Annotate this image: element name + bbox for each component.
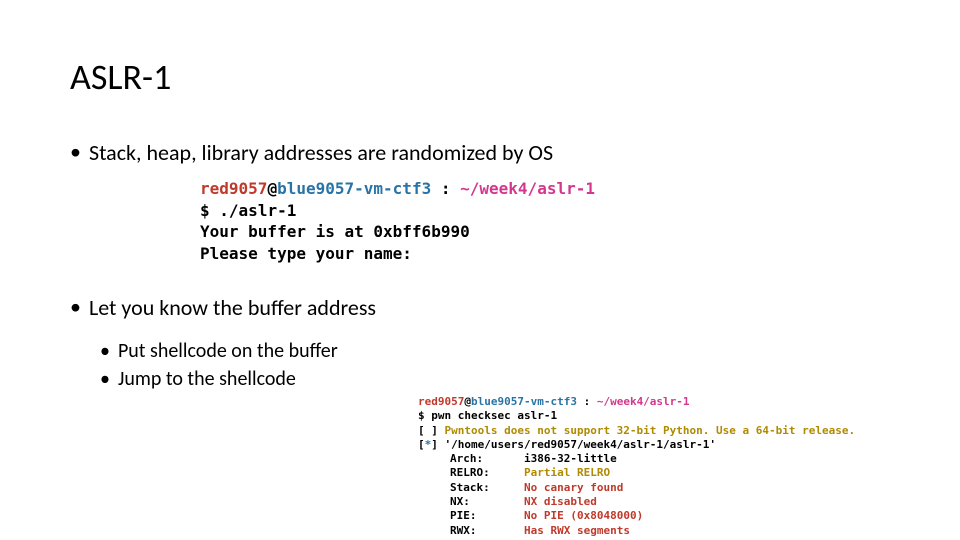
term1-colon: : (441, 179, 451, 198)
term2-relro-v: Partial RELRO (524, 466, 610, 480)
term2-arch-k: Arch: (450, 452, 524, 466)
bullet-2: • Let you know the buffer address (70, 294, 890, 321)
term1-at: @ (267, 179, 277, 198)
term2-star-close: ] (431, 438, 438, 451)
term2-host: blue9057-vm-ctf3 (471, 395, 577, 408)
term1-host: blue9057-vm-ctf3 (277, 179, 431, 198)
term1-prompt: $ (200, 201, 210, 220)
term2-warn: Pwntools does not support 32-bit Python.… (445, 424, 856, 437)
term1-out2: Please type your name: (200, 243, 890, 265)
sub-bullet-1: • Put shellcode on the buffer (100, 339, 338, 363)
term2-nx-k: NX: (450, 495, 524, 509)
term2-star-open: [ (418, 438, 425, 451)
bullet-1-text: Stack, heap, library addresses are rando… (89, 139, 553, 166)
sub-bullet-2-text: Jump to the shellcode (118, 367, 296, 391)
bullet-1: • Stack, heap, library addresses are ran… (70, 139, 890, 166)
term2-path: ~/week4/aslr-1 (597, 395, 690, 408)
term1-out1: Your buffer is at 0xbff6b990 (200, 221, 890, 243)
term2-pie-k: PIE: (450, 509, 524, 523)
term2-stack-v: No canary found (524, 481, 623, 495)
term1-path: ~/week4/aslr-1 (460, 179, 595, 198)
term2-rwx-v: Has RWX segments (524, 524, 630, 538)
sub-bullet-1-text: Put shellcode on the buffer (118, 339, 338, 363)
bullet-dot: • (100, 367, 110, 391)
term2-stack-k: Stack: (450, 481, 524, 495)
term2-file: '/home/users/red9057/week4/aslr-1/aslr-1… (445, 438, 717, 451)
term1-cmd: ./aslr-1 (219, 201, 296, 220)
bullet-dot: • (100, 339, 110, 363)
terminal-output-1: red9057@blue9057-vm-ctf3 : ~/week4/aslr-… (200, 178, 890, 264)
term2-nx-v: NX disabled (524, 495, 597, 509)
term2-colon: : (584, 395, 591, 408)
sub-bullet-2: • Jump to the shellcode (100, 367, 338, 391)
term1-user: red9057 (200, 179, 267, 198)
sub-bullets: • Put shellcode on the buffer • Jump to … (70, 339, 338, 395)
slide: ASLR-1 • Stack, heap, library addresses … (0, 0, 960, 395)
term2-prompt: $ (418, 409, 425, 422)
bullet-dot: • (70, 139, 81, 165)
term2-relro-k: RELRO: (450, 466, 524, 480)
term2-cmd: pwn checksec aslr-1 (431, 409, 557, 422)
slide-title: ASLR-1 (70, 55, 890, 99)
terminal-output-2: red9057@blue9057-vm-ctf3 : ~/week4/aslr-… (418, 395, 855, 538)
term2-user: red9057 (418, 395, 464, 408)
term2-rwx-k: RWX: (450, 524, 524, 538)
term2-arch-v: i386-32-little (524, 452, 617, 466)
term2-at: @ (464, 395, 471, 408)
term2-warn-open: [ ] (418, 424, 438, 437)
bullet-2-text: Let you know the buffer address (89, 294, 376, 321)
bullet-dot: • (70, 294, 81, 320)
term2-pie-v: No PIE (0x8048000) (524, 509, 643, 523)
